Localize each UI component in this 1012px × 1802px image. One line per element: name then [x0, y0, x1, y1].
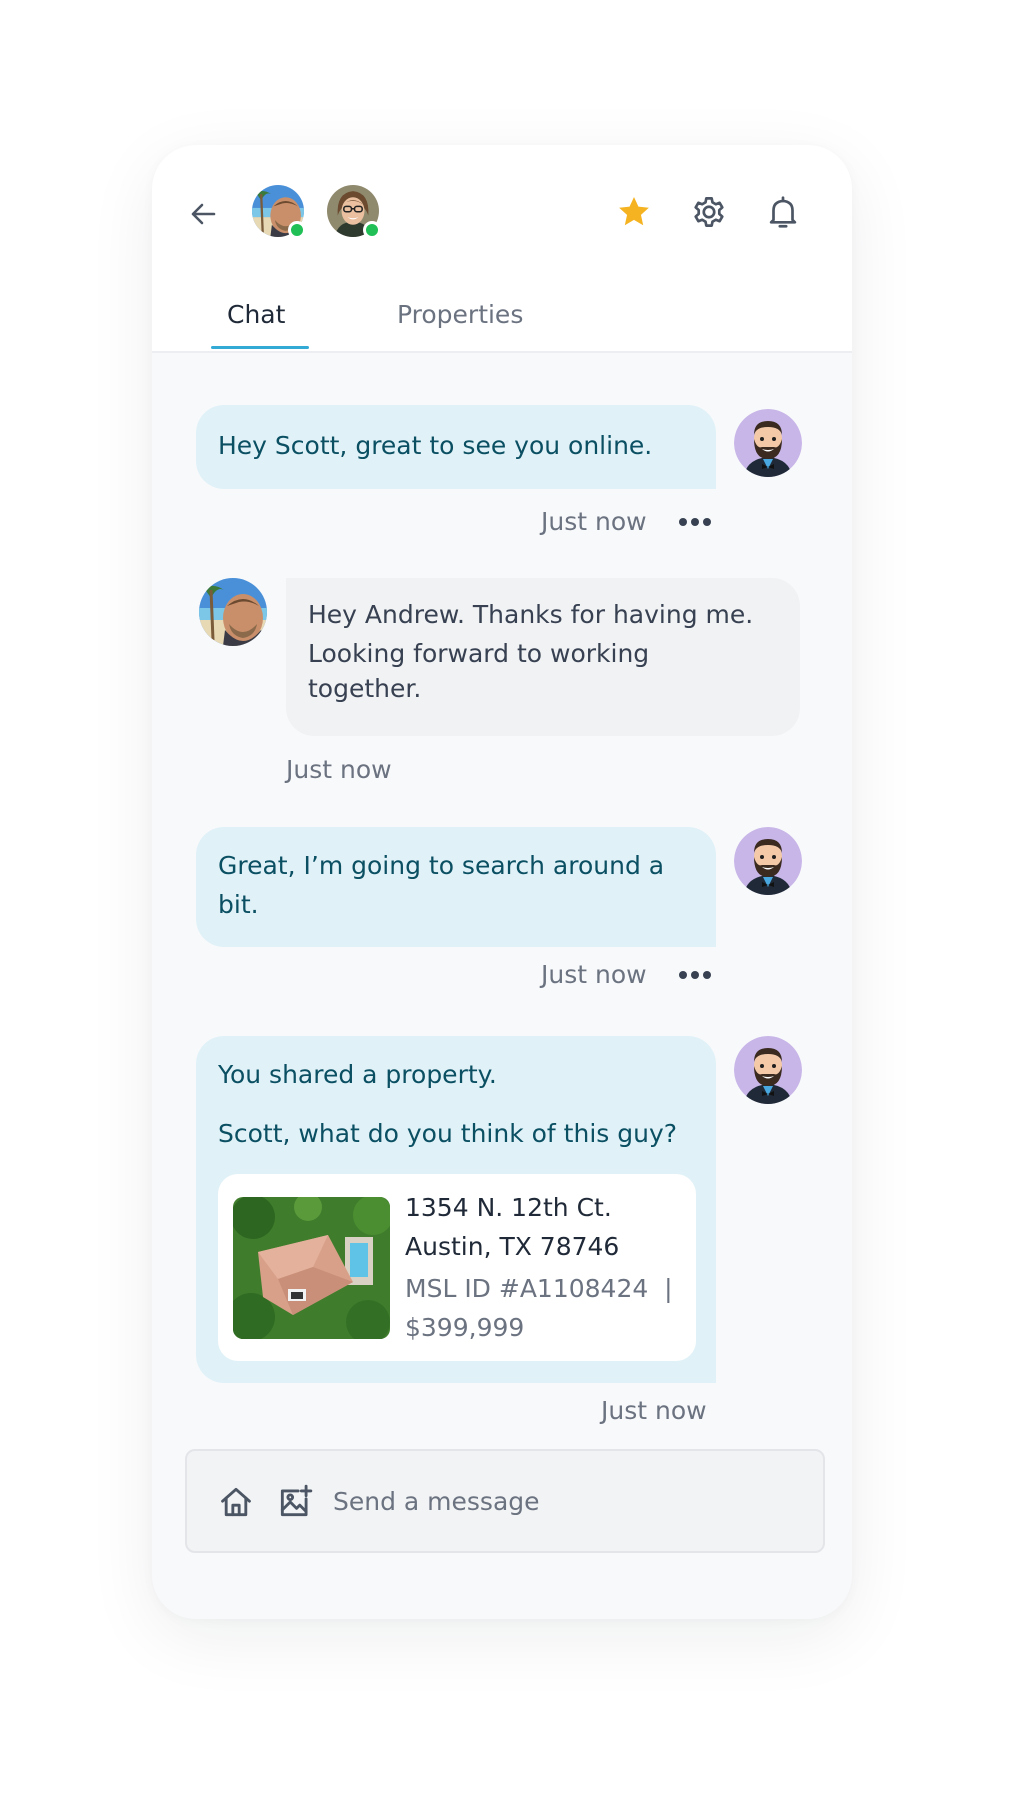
- home-icon[interactable]: [217, 1483, 255, 1521]
- avatar: [734, 1036, 802, 1104]
- message-bubble: Great, I’m going to search around a bit.: [196, 827, 716, 947]
- back-arrow-icon[interactable]: [186, 197, 220, 231]
- property-photo: [233, 1197, 390, 1339]
- timestamp: Just now: [601, 1396, 707, 1425]
- avatar: [199, 578, 267, 646]
- tab-chat[interactable]: Chat: [227, 300, 285, 329]
- timestamp: Just now: [286, 755, 392, 784]
- property-card[interactable]: 1354 N. 12th Ct. Austin, TX 78746 MSL ID…: [218, 1174, 696, 1361]
- property-address: 1354 N. 12th Ct. Austin, TX 78746: [405, 1188, 619, 1266]
- online-indicator: [363, 221, 381, 239]
- message-text: You shared a property.: [218, 1060, 497, 1089]
- timestamp: Just now: [541, 507, 647, 536]
- participant-andrew[interactable]: [327, 185, 383, 241]
- chat-panel: Chat Properties Hey Scott, great to see …: [152, 145, 852, 1619]
- property-street: 1354 N. 12th Ct.: [405, 1193, 612, 1222]
- message-bubble: You shared a property. Scott, what do yo…: [196, 1036, 716, 1383]
- chat-header: Chat Properties: [152, 145, 852, 353]
- more-options-icon[interactable]: [679, 517, 711, 527]
- avatar: [734, 827, 802, 895]
- active-tab-indicator: [211, 346, 309, 349]
- message-text: Hey Scott, great to see you online.: [218, 431, 653, 460]
- message-line: bit.: [218, 890, 259, 919]
- timestamp: Just now: [541, 960, 647, 989]
- message-input[interactable]: [333, 1475, 793, 1527]
- property-city: Austin, TX 78746: [405, 1232, 620, 1261]
- message-line: Hey Andrew. Thanks for having me.: [308, 600, 754, 629]
- message-line: Looking forward to working: [308, 639, 650, 668]
- avatar: [734, 409, 802, 477]
- message-line: Great, I’m going to search around a: [218, 851, 665, 880]
- message-bubble: Hey Scott, great to see you online.: [196, 405, 716, 489]
- message-composer: [185, 1449, 825, 1553]
- message-text: Scott, what do you think of this guy?: [218, 1119, 678, 1148]
- property-mls-id: MSL ID #A1108424 |: [405, 1274, 673, 1303]
- star-icon[interactable]: [615, 193, 653, 231]
- more-options-icon[interactable]: [679, 970, 711, 980]
- tab-properties[interactable]: Properties: [397, 300, 523, 329]
- property-details: MSL ID #A1108424 | $399,999: [405, 1269, 673, 1347]
- participant-scott[interactable]: [252, 185, 308, 241]
- bell-icon[interactable]: [764, 193, 802, 231]
- online-indicator: [288, 221, 306, 239]
- message-bubble: Hey Andrew. Thanks for having me. Lookin…: [286, 578, 800, 736]
- message-line: together.: [308, 674, 422, 703]
- gear-icon[interactable]: [690, 193, 728, 231]
- add-image-icon[interactable]: [276, 1483, 314, 1521]
- property-price: $399,999: [405, 1313, 525, 1342]
